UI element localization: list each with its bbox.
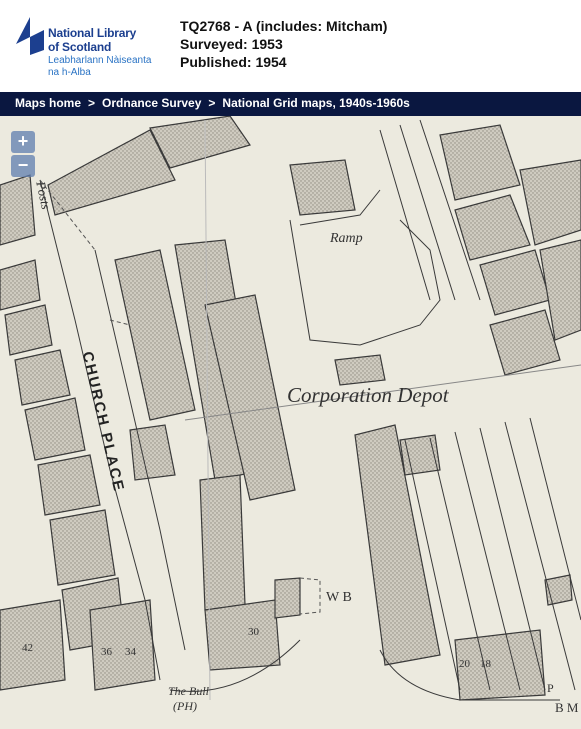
logo-gaelic-line-2: na h-Alba: [48, 67, 91, 78]
logo-text-english: National Library of Scotland: [48, 26, 136, 54]
house-number: 42: [22, 642, 33, 654]
house-number: 36: [101, 646, 112, 658]
zoom-in-button[interactable]: +: [11, 131, 35, 153]
map-viewport[interactable]: Corporation Depot Ramp W B The Bull (PH)…: [0, 116, 581, 729]
site-header: National Library of Scotland Leabharlann…: [0, 0, 581, 92]
map-image: [0, 116, 581, 701]
breadcrumb-ordnance-survey[interactable]: Ordnance Survey: [102, 96, 201, 110]
label-ramp: Ramp: [330, 231, 363, 246]
label-wb: W B: [326, 590, 352, 605]
sheet-title: TQ2768 - A (includes: Mitcham): [180, 18, 388, 34]
house-number: 30: [248, 626, 259, 638]
logo-gaelic-line-1: Leabharlann Nàiseanta: [48, 55, 152, 66]
nls-logo[interactable]: National Library of Scotland Leabharlann…: [16, 17, 166, 79]
logo-line-2: of Scotland: [48, 40, 112, 54]
sheet-metadata: TQ2768 - A (includes: Mitcham) Surveyed:…: [180, 17, 387, 71]
house-number: 18: [480, 658, 491, 670]
label-ph: (PH): [173, 699, 197, 713]
zoom-out-button[interactable]: −: [11, 155, 35, 177]
label-bm: B M: [555, 700, 579, 715]
breadcrumb-separator: >: [88, 96, 96, 110]
logo-text-gaelic: Leabharlann Nàiseanta na h-Alba: [48, 55, 151, 79]
logo-line-1: National Library: [48, 26, 137, 40]
surveyed-date: Surveyed: 1953: [180, 36, 283, 52]
breadcrumb: Maps home > Ordnance Survey > National Grid …: [0, 92, 581, 116]
published-date: Published: 1954: [180, 54, 287, 70]
house-number: 20: [459, 658, 470, 670]
label-p: P: [547, 681, 554, 695]
label-the-bull: The Bull: [168, 684, 209, 698]
label-corporation-depot: Corporation Depot: [287, 383, 449, 407]
breadcrumb-separator: >: [208, 96, 216, 110]
house-number: 34: [125, 646, 136, 658]
breadcrumb-maps-home[interactable]: Maps home: [15, 96, 81, 110]
nls-logo-mark-icon: [16, 17, 44, 55]
breadcrumb-national-grid[interactable]: National Grid maps, 1940s-1960s: [222, 96, 409, 110]
